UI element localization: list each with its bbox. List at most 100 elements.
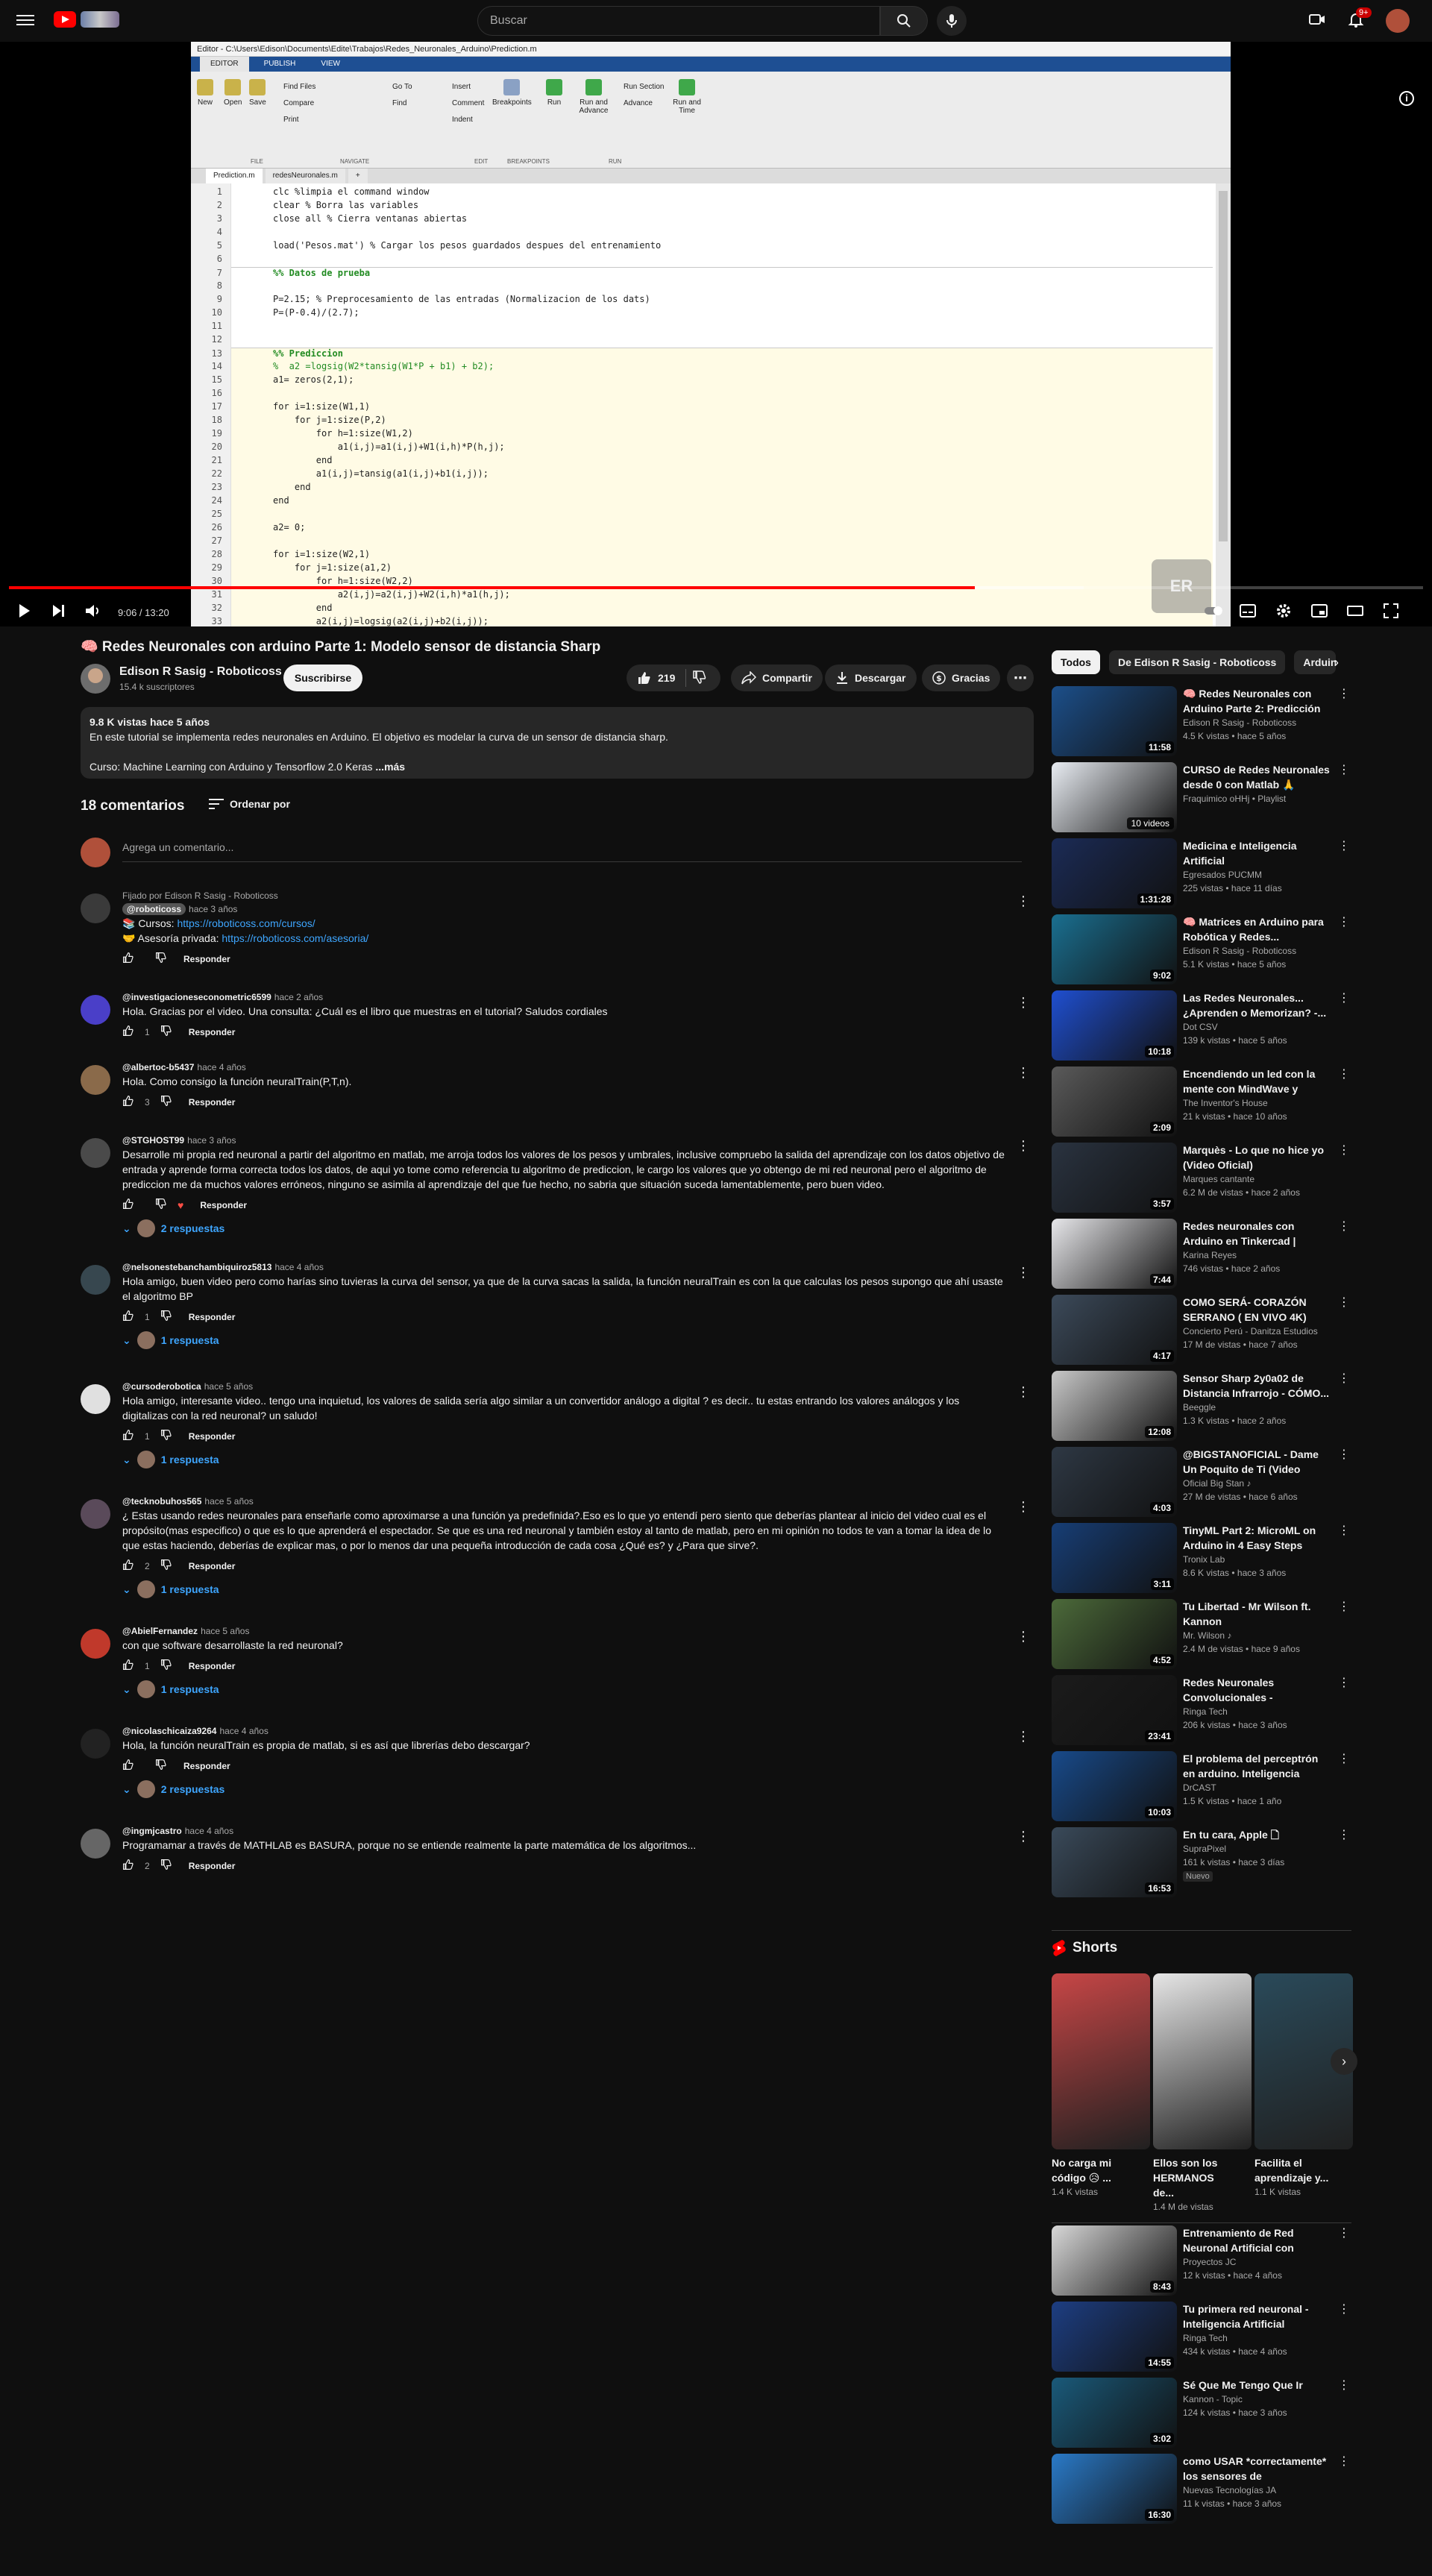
- reply-button[interactable]: Responder: [189, 1097, 236, 1108]
- chip-channel[interactable]: De Edison R Sasig - Roboticoss: [1108, 650, 1286, 674]
- comment-dislike-button[interactable]: [160, 1095, 172, 1109]
- short-title[interactable]: Ellos son los HERMANOS de...: [1153, 2155, 1237, 2200]
- video-channel[interactable]: Edison R Sasig - Roboticoss: [1183, 944, 1331, 958]
- video-thumbnail[interactable]: 16:30: [1052, 2454, 1177, 2524]
- short-title[interactable]: No carga mi código 😥 ...: [1052, 2155, 1135, 2185]
- reply-button[interactable]: Responder: [189, 1661, 236, 1671]
- recommended-video[interactable]: 8:43 Entrenamiento de Red Neuronal Artifi…: [1052, 2225, 1351, 2296]
- comment-avatar[interactable]: [81, 1384, 110, 1414]
- video-title[interactable]: CURSO de Redes Neuronales desde 0 con Ma…: [1183, 762, 1331, 792]
- video-player[interactable]: Editor - C:\Users\Edison\Documents\Edite…: [0, 42, 1432, 626]
- fullscreen-button[interactable]: [1381, 601, 1401, 621]
- video-thumbnail[interactable]: 1:31:28: [1052, 838, 1177, 908]
- video-thumbnail[interactable]: 14:55: [1052, 2302, 1177, 2372]
- video-thumbnail[interactable]: 3:11: [1052, 1523, 1177, 1593]
- video-title[interactable]: Redes neuronales con Arduino en Tinkerca…: [1183, 1219, 1331, 1248]
- recommended-video[interactable]: 14:55 Tu primera red neuronal - Inteligen…: [1052, 2302, 1351, 2372]
- comment-like-button[interactable]: [122, 1198, 134, 1212]
- video-title[interactable]: Marquès - Lo que no hice yo (Video Ofici…: [1183, 1143, 1331, 1172]
- video-channel[interactable]: Edison R Sasig - Roboticoss: [1183, 716, 1331, 729]
- video-title[interactable]: Tu primera red neuronal - Inteligencia A…: [1183, 2302, 1331, 2331]
- recommended-video[interactable]: 3:11 TinyML Part 2: MicroML on Arduino in…: [1052, 1523, 1351, 1593]
- comment-author[interactable]: @tecknobuhos565: [122, 1496, 201, 1507]
- comment-dislike-button[interactable]: [160, 1025, 172, 1039]
- more-vertical-icon[interactable]: ⋮: [1337, 1219, 1351, 1234]
- voice-search-button[interactable]: [937, 6, 967, 36]
- account-avatar[interactable]: [1386, 9, 1410, 33]
- video-title[interactable]: El problema del perceptrón en arduino. I…: [1183, 1751, 1331, 1781]
- channel-name[interactable]: Edison R Sasig - Roboticoss: [119, 665, 282, 679]
- video-channel[interactable]: Beeggle: [1183, 1401, 1331, 1414]
- comment-avatar[interactable]: [81, 1499, 110, 1529]
- video-channel[interactable]: The Inventor's House: [1183, 1096, 1331, 1110]
- video-thumbnail[interactable]: 23:41: [1052, 1675, 1177, 1745]
- comment-like-button[interactable]: [122, 952, 134, 966]
- more-vertical-icon[interactable]: ⋮: [1337, 1523, 1351, 1538]
- comment-time[interactable]: hace 2 años: [274, 992, 323, 1002]
- autoplay-toggle[interactable]: [1204, 601, 1223, 621]
- comment-time[interactable]: hace 4 años: [185, 1826, 233, 1836]
- advisory-link[interactable]: https://roboticoss.com/asesoria/: [222, 932, 368, 944]
- more-vertical-icon[interactable]: ⋮: [1337, 990, 1351, 1005]
- video-channel[interactable]: Fraquimico oHHj • Playlist: [1183, 792, 1331, 805]
- video-thumbnail[interactable]: 4:52: [1052, 1599, 1177, 1669]
- reply-button[interactable]: Responder: [189, 1431, 236, 1442]
- sort-button[interactable]: Ordenar por: [209, 798, 290, 810]
- more-vertical-icon[interactable]: ⋮: [1337, 1371, 1351, 1386]
- create-button[interactable]: [1308, 10, 1326, 28]
- comment-time[interactable]: hace 4 años: [219, 1726, 268, 1736]
- subscribe-button[interactable]: Suscribirse: [283, 665, 362, 691]
- recommended-video[interactable]: 7:44 Redes neuronales con Arduino en Tink…: [1052, 1219, 1351, 1289]
- comment-avatar[interactable]: [81, 893, 110, 923]
- video-channel[interactable]: SupraPixel: [1183, 1842, 1331, 1856]
- video-channel[interactable]: Nuevas Tecnologías JA: [1183, 2484, 1331, 2497]
- more-vertical-icon[interactable]: ⋮: [1014, 1729, 1032, 1747]
- recommended-video[interactable]: 23:41 Redes Neuronales Convolucionales - …: [1052, 1675, 1351, 1745]
- video-title[interactable]: COMO SERÁ- CORAZÓN SERRANO ( EN VIVO 4K): [1183, 1295, 1331, 1325]
- comment-like-button[interactable]: [122, 1659, 134, 1673]
- comment-dislike-button[interactable]: [155, 952, 167, 966]
- theater-mode-button[interactable]: [1345, 601, 1365, 621]
- video-thumbnail[interactable]: 16:53: [1052, 1827, 1177, 1897]
- comment-dislike-button[interactable]: [155, 1759, 167, 1773]
- more-vertical-icon[interactable]: ⋮: [1337, 686, 1351, 701]
- comment-like-button[interactable]: [122, 1859, 134, 1873]
- more-vertical-icon[interactable]: ⋮: [1337, 762, 1351, 777]
- video-title[interactable]: 🧠 Redes Neuronales con Arduino Parte 2: …: [1183, 686, 1331, 716]
- miniplayer-button[interactable]: [1310, 601, 1329, 621]
- comment-like-button[interactable]: [122, 1025, 134, 1039]
- reply-button[interactable]: Responder: [200, 1200, 247, 1210]
- short-thumbnail[interactable]: [1052, 1973, 1150, 2149]
- channel-avatar[interactable]: [81, 664, 110, 694]
- view-replies-button[interactable]: ⌄ 2 respuestas: [122, 1780, 1005, 1798]
- menu-icon[interactable]: [16, 12, 34, 30]
- comment-like-button[interactable]: [122, 1559, 134, 1573]
- add-comment-input[interactable]: Agrega un comentario...: [122, 841, 1022, 862]
- video-title[interactable]: Encendiendo un led con la mente con Mind…: [1183, 1066, 1331, 1096]
- more-vertical-icon[interactable]: ⋮: [1014, 1629, 1032, 1647]
- video-thumbnail[interactable]: 11:58: [1052, 686, 1177, 756]
- video-thumbnail[interactable]: 7:44: [1052, 1219, 1177, 1289]
- comment-like-button[interactable]: [122, 1310, 134, 1324]
- comment-time[interactable]: hace 4 años: [197, 1062, 245, 1072]
- like-button[interactable]: 219: [637, 670, 675, 685]
- recommended-video[interactable]: 12:08 Sensor Sharp 2y0a02 de Distancia In…: [1052, 1371, 1351, 1441]
- recommended-video[interactable]: 1:31:28 Medicina e Inteligencia Artificia…: [1052, 838, 1351, 908]
- more-vertical-icon[interactable]: ⋮: [1337, 1751, 1351, 1766]
- more-vertical-icon[interactable]: ⋮: [1337, 1447, 1351, 1462]
- comment-time[interactable]: hace 3 años: [189, 904, 237, 914]
- more-vertical-icon[interactable]: ⋮: [1014, 1499, 1032, 1517]
- settings-button[interactable]: [1274, 601, 1293, 621]
- video-title[interactable]: Entrenamiento de Red Neuronal Artificial…: [1183, 2225, 1331, 2255]
- chevron-right-icon[interactable]: ›: [1325, 650, 1348, 674]
- video-title[interactable]: Medicina e Inteligencia Artificial: [1183, 838, 1331, 868]
- short-item[interactable]: Facilita el aprendizaje y... 1.1 K vistas: [1254, 1973, 1353, 2197]
- video-channel[interactable]: DrCAST: [1183, 1781, 1331, 1794]
- video-thumbnail[interactable]: 2:09: [1052, 1066, 1177, 1137]
- more-vertical-icon[interactable]: ⋮: [1337, 2454, 1351, 2469]
- show-more-link[interactable]: ...más: [375, 761, 405, 773]
- video-thumbnail[interactable]: 4:17: [1052, 1295, 1177, 1365]
- video-title[interactable]: Tu Libertad - Mr Wilson ft. Kannon: [1183, 1599, 1331, 1629]
- video-channel[interactable]: Mr. Wilson ♪: [1183, 1629, 1331, 1642]
- more-vertical-icon[interactable]: ⋮: [1014, 1065, 1032, 1083]
